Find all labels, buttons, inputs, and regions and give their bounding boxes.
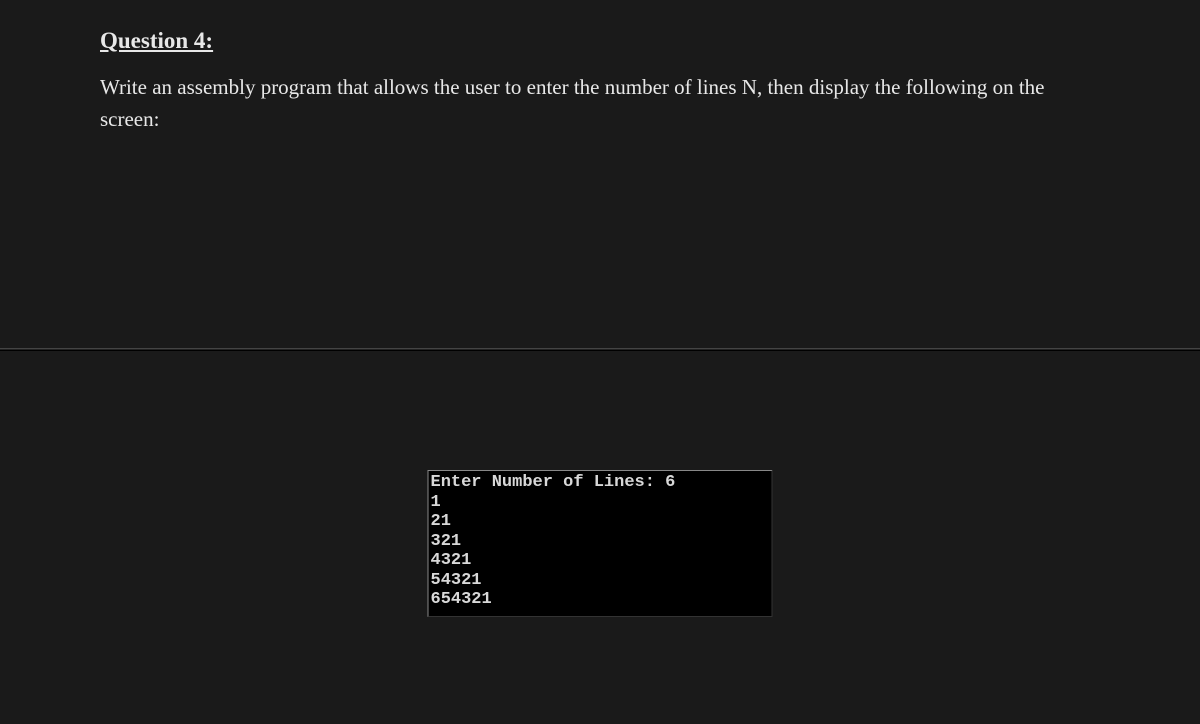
console-output: Enter Number of Lines: 6 1 21 321 4321 5… bbox=[428, 470, 773, 617]
console-line: 321 bbox=[431, 532, 770, 552]
question-heading: Question 4: bbox=[100, 28, 1100, 54]
console-line: 54321 bbox=[431, 571, 770, 591]
question-content: Question 4: Write an assembly program th… bbox=[0, 0, 1200, 135]
console-line: 654321 bbox=[431, 590, 770, 610]
console-line: Enter Number of Lines: 6 bbox=[431, 473, 770, 493]
section-divider bbox=[0, 348, 1200, 351]
console-line: 4321 bbox=[431, 551, 770, 571]
console-line: 21 bbox=[431, 512, 770, 532]
question-body: Write an assembly program that allows th… bbox=[100, 72, 1100, 135]
console-line: 1 bbox=[431, 493, 770, 513]
